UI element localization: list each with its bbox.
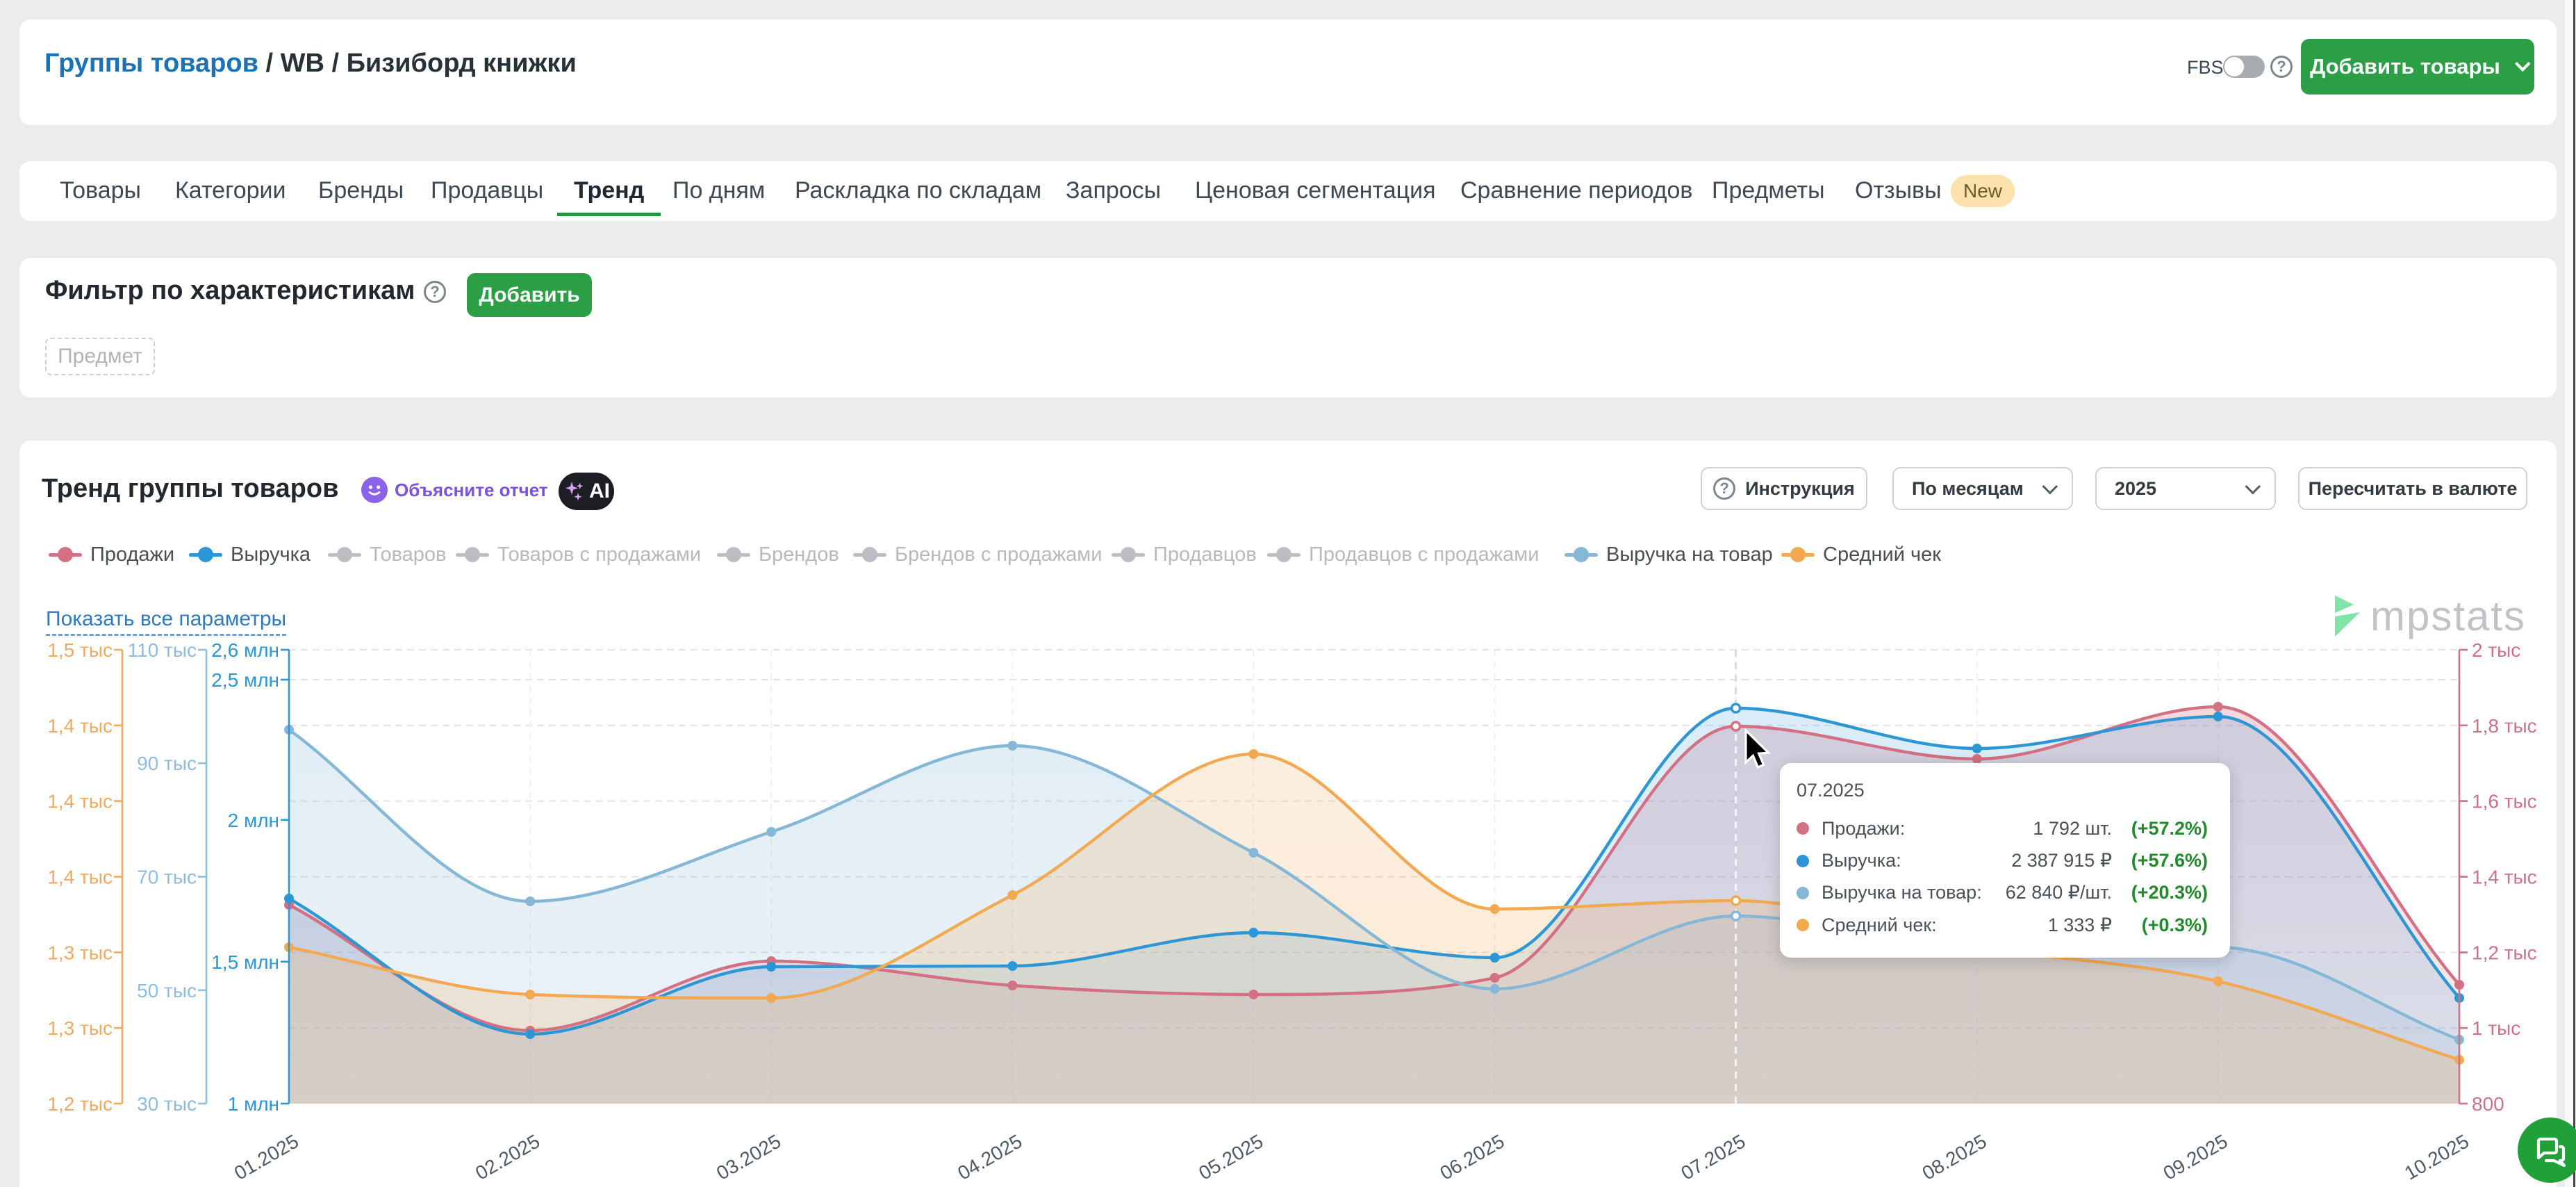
svg-text:50 тыс: 50 тыс — [137, 980, 197, 1001]
svg-text:2 тыс: 2 тыс — [2472, 639, 2520, 661]
svg-text:1,2 тыс: 1,2 тыс — [2472, 942, 2537, 963]
svg-text:110 тыс: 110 тыс — [128, 639, 197, 661]
svg-text:03.2025: 03.2025 — [713, 1130, 784, 1184]
svg-text:01.2025: 01.2025 — [231, 1130, 302, 1184]
svg-text:2,6 млн: 2,6 млн — [211, 639, 279, 661]
svg-text:07.2025: 07.2025 — [1677, 1130, 1749, 1184]
svg-text:800: 800 — [2472, 1093, 2504, 1115]
svg-text:1,4 тыс: 1,4 тыс — [47, 867, 113, 888]
svg-text:02.2025: 02.2025 — [472, 1130, 543, 1184]
svg-text:04.2025: 04.2025 — [954, 1130, 1025, 1184]
svg-text:2,5 млн: 2,5 млн — [211, 669, 279, 691]
svg-text:1,4 тыс: 1,4 тыс — [2472, 867, 2537, 888]
svg-text:1 млн: 1 млн — [228, 1093, 279, 1115]
svg-text:05.2025: 05.2025 — [1195, 1130, 1266, 1184]
svg-text:1,3 тыс: 1,3 тыс — [47, 942, 113, 963]
svg-text:2 млн: 2 млн — [228, 810, 279, 831]
svg-text:1,2 тыс: 1,2 тыс — [47, 1093, 113, 1115]
svg-text:1 тыс: 1 тыс — [2472, 1017, 2520, 1039]
svg-text:09.2025: 09.2025 — [2160, 1130, 2231, 1184]
svg-text:10.2025: 10.2025 — [2401, 1130, 2472, 1184]
svg-text:90 тыс: 90 тыс — [137, 753, 197, 774]
svg-text:1,3 тыс: 1,3 тыс — [47, 1017, 113, 1039]
svg-text:1,8 тыс: 1,8 тыс — [2472, 715, 2537, 737]
svg-text:70 тыс: 70 тыс — [137, 867, 197, 888]
svg-text:1,4 тыс: 1,4 тыс — [47, 715, 113, 737]
svg-text:06.2025: 06.2025 — [1436, 1130, 1508, 1184]
svg-text:1,4 тыс: 1,4 тыс — [47, 791, 113, 812]
svg-text:1,5 тыс: 1,5 тыс — [47, 639, 113, 661]
svg-text:1,5 млн: 1,5 млн — [211, 951, 279, 973]
svg-text:08.2025: 08.2025 — [1919, 1130, 1990, 1184]
svg-text:1,6 тыс: 1,6 тыс — [2472, 791, 2537, 812]
svg-text:30 тыс: 30 тыс — [137, 1093, 197, 1115]
